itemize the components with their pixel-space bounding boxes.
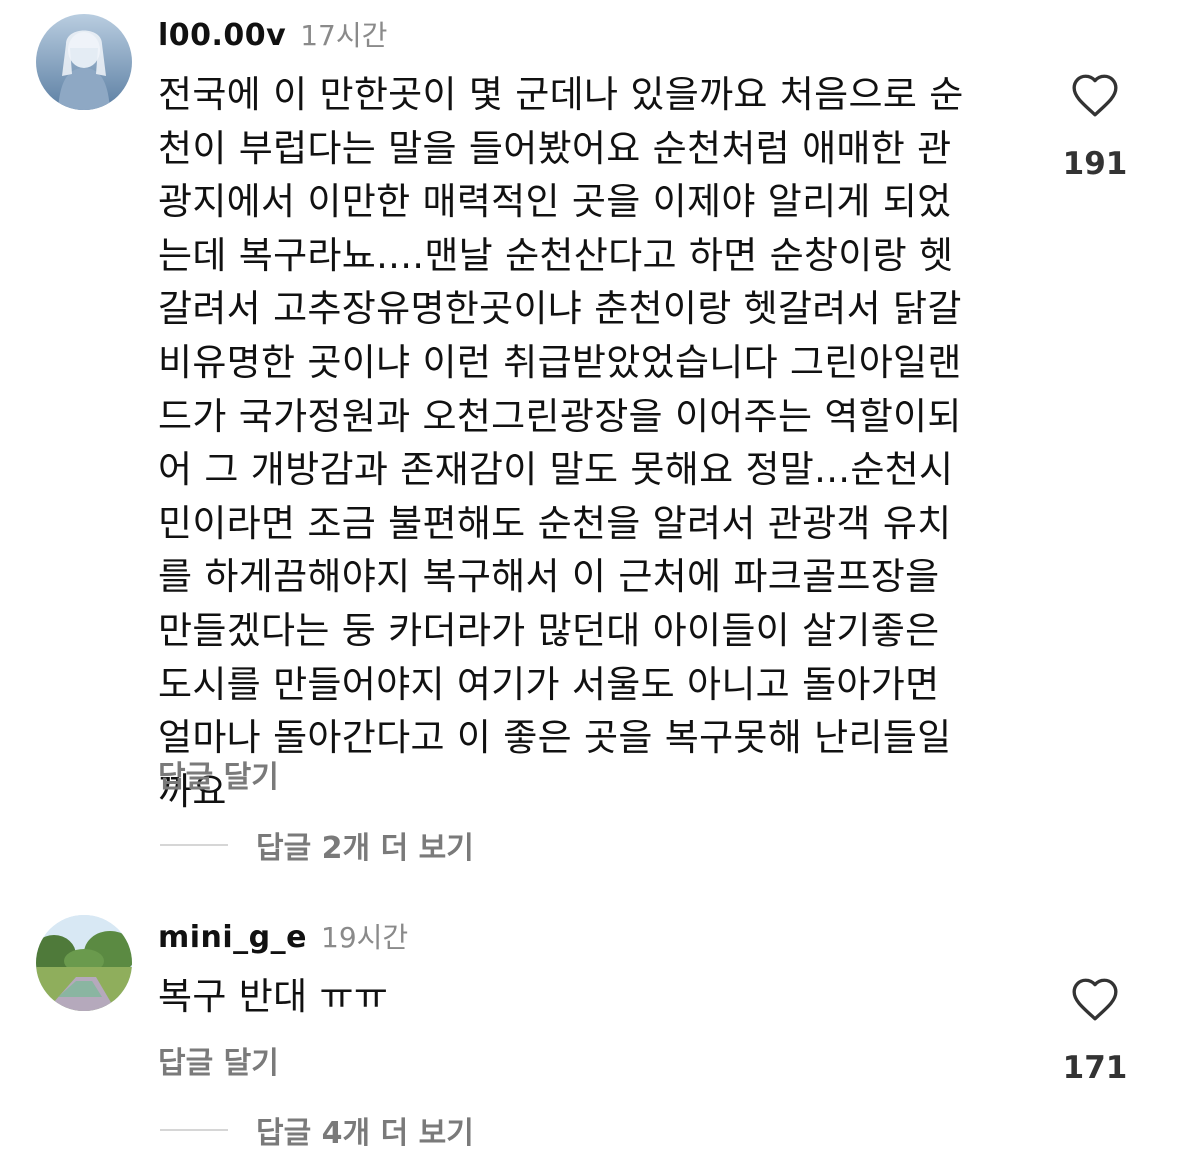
view-replies-label: 답글 2개 더 보기 bbox=[256, 831, 474, 866]
avatar-person-icon bbox=[36, 14, 132, 110]
divider-line bbox=[160, 844, 228, 846]
reply-button[interactable]: 답글 달기 bbox=[158, 1038, 279, 1082]
avatar[interactable] bbox=[36, 14, 132, 110]
reply-button[interactable]: 답글 달기 bbox=[158, 752, 279, 796]
avatar[interactable] bbox=[36, 915, 132, 1011]
heart-icon[interactable] bbox=[1070, 72, 1120, 118]
divider-line bbox=[160, 1129, 228, 1131]
username[interactable]: mini_g_e bbox=[158, 920, 307, 955]
like-count: 191 bbox=[1062, 146, 1128, 182]
view-replies-button[interactable]: 답글 4개 더 보기 bbox=[160, 1110, 474, 1151]
like-area: 191 bbox=[1050, 72, 1140, 182]
avatar-park-icon bbox=[36, 915, 132, 1011]
timestamp: 17시간 bbox=[300, 19, 388, 52]
timestamp: 19시간 bbox=[321, 921, 409, 954]
comment-text: 복구 반대 ㅠㅠ bbox=[158, 975, 389, 1018]
comment-text: 전국에 이 만한곳이 몇 군데나 있을까요 처음으로 순 천이 부럽다는 말을 … bbox=[158, 73, 964, 813]
comment-header: mini_g_e 19시간 bbox=[158, 916, 408, 956]
heart-icon[interactable] bbox=[1070, 976, 1120, 1022]
like-area: 171 bbox=[1050, 976, 1140, 1086]
comment-header: l00.00v 17시간 bbox=[158, 14, 387, 54]
view-replies-label: 답글 4개 더 보기 bbox=[256, 1116, 474, 1151]
view-replies-button[interactable]: 답글 2개 더 보기 bbox=[160, 825, 474, 866]
username[interactable]: l00.00v bbox=[158, 18, 286, 53]
like-count: 171 bbox=[1062, 1050, 1128, 1086]
